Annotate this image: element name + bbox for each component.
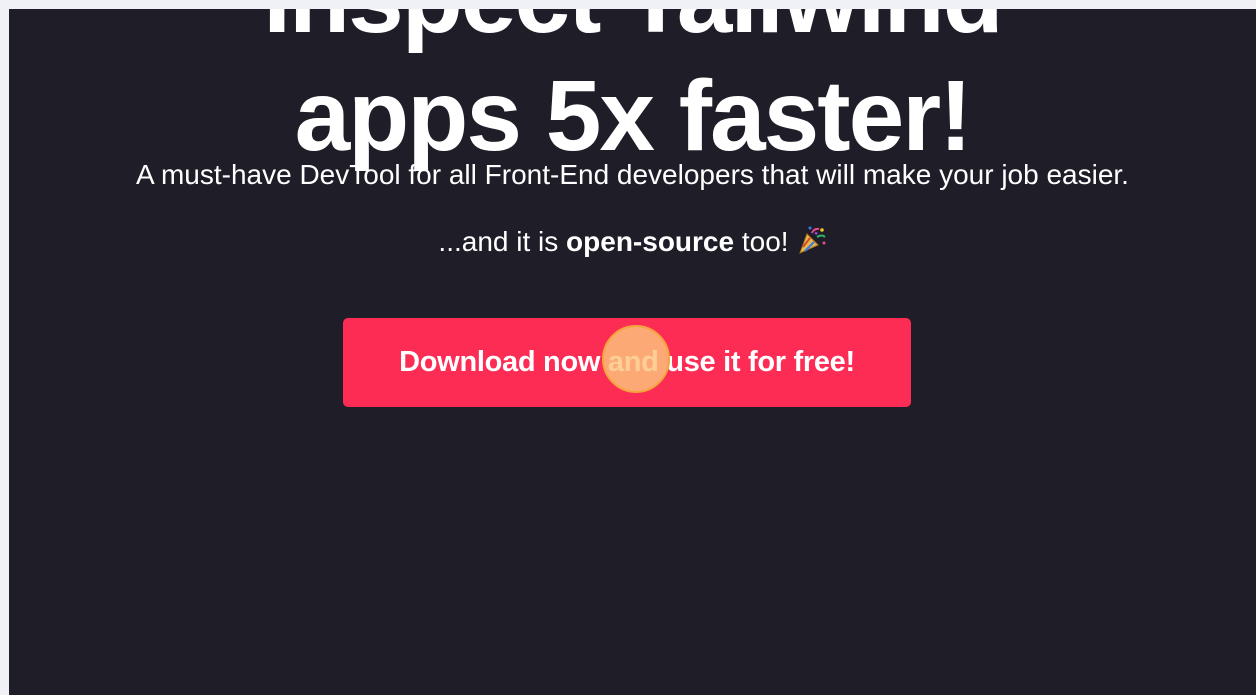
tagline-prefix: ...and it is [438, 226, 567, 257]
download-button[interactable]: Download now and use it for free! [343, 318, 911, 407]
landing-page: Inspect Tailwind apps 5x faster! A must-… [9, 9, 1256, 695]
party-popper-icon [797, 225, 827, 255]
tagline-open-source: open-source [566, 226, 735, 257]
hero-tagline: ...and it is open-source too! [9, 225, 1256, 259]
hero-heading: Inspect Tailwind apps 5x faster! [9, 9, 1256, 175]
hero-heading-line-1: Inspect Tailwind [9, 9, 1256, 57]
hero-subtitle: A must-have DevTool for all Front-End de… [136, 159, 1129, 190]
tagline-suffix: too! [734, 226, 789, 257]
